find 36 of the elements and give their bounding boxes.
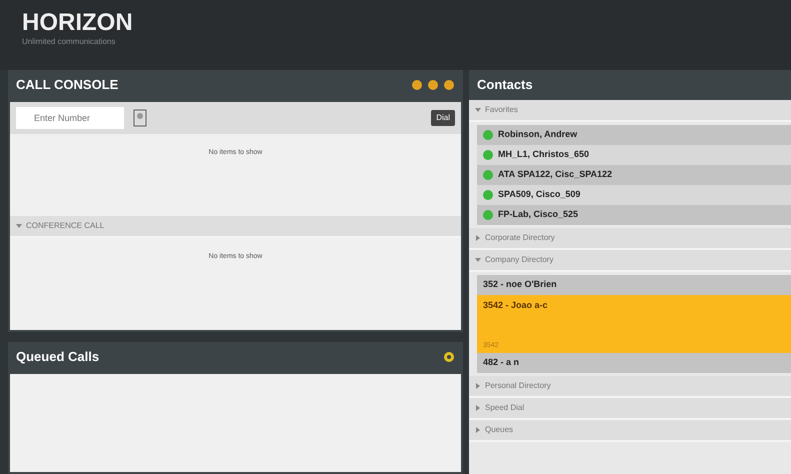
section-title: Speed Dial — [485, 402, 524, 414]
contact-icon[interactable] — [132, 109, 148, 127]
section-title: CONFERENCE CALL — [26, 220, 104, 232]
panel-title: Contacts — [477, 76, 533, 94]
contact-row[interactable]: ATA SPA122, Cisc_SPA122 — [477, 165, 791, 185]
caret-icon — [475, 107, 481, 113]
contact-name: ATA SPA122, Cisc_SPA122 — [498, 168, 612, 182]
contact-row[interactable]: FP-Lab, Cisco_525 — [477, 205, 791, 225]
directory-entry[interactable]: 482 - a n — [477, 353, 791, 373]
caret-icon — [475, 235, 481, 241]
panel-title: CALL CONSOLE — [16, 76, 118, 94]
section-title: Personal Directory — [485, 380, 551, 392]
dial-button[interactable]: Dial — [431, 110, 455, 126]
section-title: Corporate Directory — [485, 232, 555, 244]
contact-name: MH_L1, Christos_650 — [498, 148, 590, 162]
contact-name: Robinson, Andrew — [498, 128, 578, 142]
caret-icon — [475, 427, 481, 433]
caret-icon — [16, 223, 22, 229]
caret-icon — [475, 383, 481, 389]
contact-name: FP-Lab, Cisco_525 — [498, 208, 578, 222]
number-field[interactable]: Enter Number — [16, 107, 124, 129]
contact-row[interactable]: MH_L1, Christos_650 — [477, 145, 791, 165]
panel-title: Queued Calls — [16, 348, 100, 366]
contact-name: SPA509, Cisco_509 — [498, 188, 580, 202]
brand-logo: HORIZON — [22, 10, 134, 36]
directory-entry[interactable]: 352 - noe O'Brien — [477, 275, 791, 295]
caret-icon — [475, 257, 481, 263]
section-title: Queues — [485, 424, 514, 436]
caret-icon — [475, 405, 481, 411]
entry-name: 3542 - Joao a-c — [483, 299, 548, 312]
tagline: Unlimited communications — [22, 36, 116, 48]
contact-row[interactable]: SPA509, Cisco_509 — [477, 185, 791, 205]
section-title: Favorites — [485, 104, 518, 116]
contact-row[interactable]: Robinson, Andrew — [477, 125, 791, 145]
section-title: Company Directory — [485, 254, 554, 266]
settings-icon[interactable] — [443, 351, 455, 363]
